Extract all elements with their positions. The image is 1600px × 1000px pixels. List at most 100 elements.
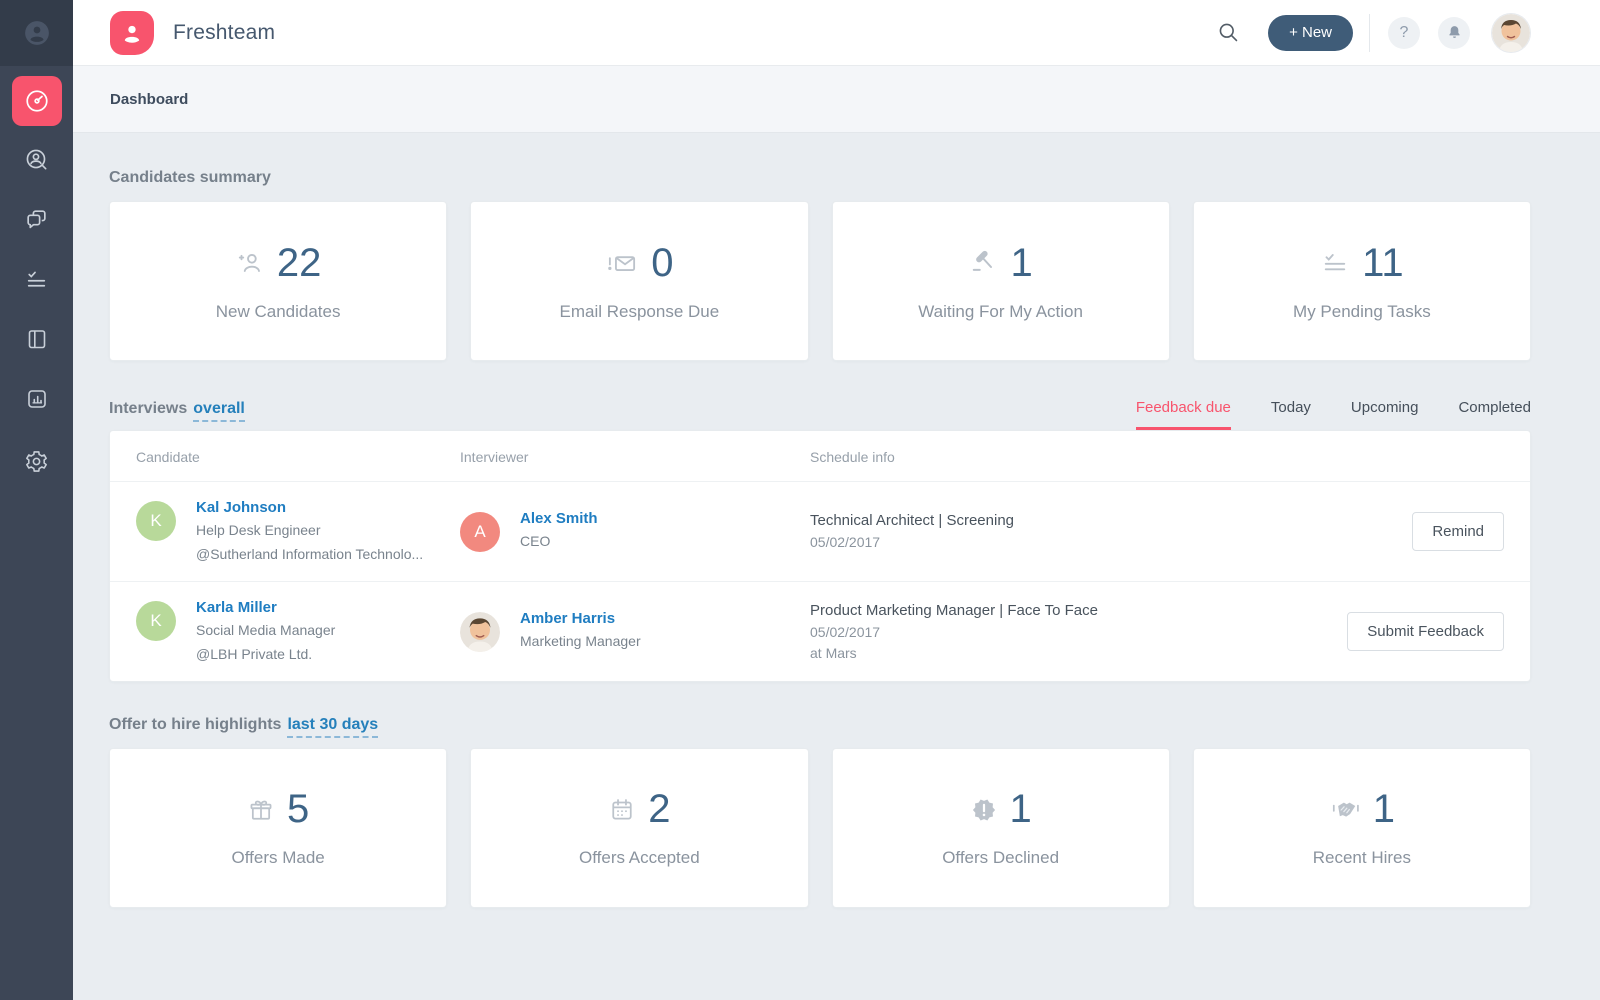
interviewer-name-link[interactable]: Amber Harris	[520, 610, 641, 627]
stat-value: 1	[1010, 240, 1033, 285]
sidebar-profile-placeholder[interactable]	[0, 0, 73, 66]
stat-value: 1	[1009, 787, 1032, 832]
candidate-name-link[interactable]: Kal Johnson	[196, 499, 423, 516]
remind-button[interactable]: Remind	[1412, 511, 1504, 551]
stat-value: 11	[1362, 240, 1404, 285]
schedule-cell: Technical Architect | Screening 05/02/20…	[810, 512, 1330, 550]
interviews-title-text: Interviews	[109, 400, 188, 417]
offers-title: Offer to hire highlights last 30 days	[109, 715, 1531, 738]
stat-value: 1	[1372, 787, 1395, 832]
interviewer-role: Marketing Manager	[520, 633, 641, 650]
bar-chart-icon	[25, 387, 49, 411]
app-title: Freshteam	[173, 20, 276, 44]
stat-card-offers-accepted[interactable]: 2 Offers Accepted	[470, 747, 809, 908]
tab-feedback-due[interactable]: Feedback due	[1136, 399, 1231, 430]
interviews-table: Candidate Interviewer Schedule info K Ka…	[109, 430, 1531, 682]
search-icon	[1217, 21, 1240, 44]
new-button[interactable]: + New	[1268, 14, 1353, 51]
stat-card-recent-hires[interactable]: 1 Recent Hires	[1192, 747, 1531, 908]
board-icon	[25, 327, 49, 351]
schedule-date: 05/02/2017	[810, 623, 881, 640]
column-header-interviewer: Interviewer	[460, 449, 529, 465]
topbar-divider	[1369, 13, 1370, 52]
table-row: K Karla Miller Social Media Manager @LBH…	[110, 580, 1530, 681]
stat-card-waiting-for-my-action[interactable]: 1 Waiting For My Action	[831, 201, 1170, 361]
candidates-summary-cards: 22 New Candidates 0 Email Response Due 1…	[109, 201, 1531, 361]
interviewer-photo-avatar	[460, 612, 500, 653]
stat-card-new-candidates[interactable]: 22 New Candidates	[109, 201, 448, 361]
schedule-position: Technical Architect | Screening	[810, 512, 1015, 530]
interviewer-cell: Amber Harris Marketing Manager	[460, 610, 810, 653]
email-alert-icon	[605, 248, 639, 278]
main-content: Candidates summary 22 New Candidates 0 E…	[73, 133, 1600, 1000]
user-avatar[interactable]	[1492, 13, 1530, 52]
schedule-location: at Mars	[810, 644, 857, 661]
sidebar-item-dashboard[interactable]	[0, 76, 73, 126]
table-header-row: Candidate Interviewer Schedule info	[110, 431, 1530, 482]
handshake-icon	[1329, 796, 1361, 824]
stat-label: New Candidates	[215, 301, 341, 321]
schedule-cell: Product Marketing Manager | Face To Face…	[810, 602, 1330, 661]
table-row: K Kal Johnson Help Desk Engineer @Suther…	[110, 482, 1530, 581]
sidebar-item-candidates[interactable]	[0, 134, 73, 184]
notifications-button[interactable]	[1438, 16, 1470, 49]
candidate-company: @LBH Private Ltd.	[196, 645, 313, 662]
gavel-icon	[969, 248, 999, 278]
candidate-name-link[interactable]: Karla Miller	[196, 599, 335, 616]
submit-feedback-button[interactable]: Submit Feedback	[1347, 611, 1504, 651]
candidate-cell: K Kal Johnson Help Desk Engineer @Suther…	[110, 499, 460, 564]
gift-icon	[247, 796, 275, 824]
stat-value: 5	[287, 787, 310, 832]
freshteam-logo	[110, 10, 154, 55]
search-button[interactable]	[1217, 21, 1240, 44]
sidebar-item-job-boards[interactable]	[0, 314, 73, 364]
sidebar-item-reports[interactable]	[0, 374, 73, 424]
candidates-summary-title: Candidates summary	[109, 169, 271, 186]
stat-value: 0	[651, 240, 674, 285]
stat-card-offers-declined[interactable]: 1 Offers Declined	[831, 747, 1170, 908]
schedule-position: Product Marketing Manager | Face To Face	[810, 601, 1098, 619]
interviews-title: Interviews overall	[109, 400, 245, 430]
offers-filter-dropdown[interactable]: last 30 days	[287, 715, 379, 738]
task-list-icon	[24, 267, 49, 292]
interviews-filter-dropdown[interactable]: overall	[193, 400, 245, 422]
sidebar-item-settings[interactable]	[0, 436, 73, 486]
candidate-role: Help Desk Engineer	[196, 522, 321, 538]
interviewer-avatar: A	[460, 512, 500, 553]
sidebar-item-conversations[interactable]	[0, 194, 73, 244]
candidate-cell: K Karla Miller Social Media Manager @LBH…	[110, 599, 460, 664]
tab-completed[interactable]: Completed	[1458, 399, 1531, 430]
dashboard-gauge-icon	[24, 88, 50, 114]
brand: Freshteam	[110, 10, 276, 55]
stat-label: Email Response Due	[559, 301, 720, 321]
stat-label: Offers Accepted	[579, 848, 700, 868]
stat-label: Offers Made	[231, 848, 325, 868]
topbar: Freshteam + New ?	[73, 0, 1600, 66]
candidate-search-icon	[24, 147, 49, 172]
stat-label: Offers Declined	[942, 848, 1060, 868]
interviewer-name-link[interactable]: Alex Smith	[520, 510, 598, 527]
stat-card-email-response-due[interactable]: 0 Email Response Due	[470, 201, 809, 361]
interviewer-cell: A Alex Smith CEO	[460, 510, 810, 553]
help-button[interactable]: ?	[1388, 16, 1420, 49]
user-silhouette-icon	[22, 18, 52, 48]
sidebar-item-tasks[interactable]	[0, 254, 73, 304]
offers-cards: 5 Offers Made 2 Offers Accepted 1 Offers…	[109, 747, 1531, 908]
sidebar	[0, 0, 73, 1000]
tab-upcoming[interactable]: Upcoming	[1351, 399, 1419, 430]
column-header-schedule-info: Schedule info	[810, 449, 895, 465]
stat-card-my-pending-tasks[interactable]: 11 My Pending Tasks	[1192, 201, 1531, 361]
column-header-candidate: Candidate	[136, 449, 200, 465]
bell-icon	[1446, 24, 1463, 41]
chat-bubbles-icon	[24, 207, 49, 232]
stat-value: 22	[276, 240, 322, 285]
stat-card-offers-made[interactable]: 5 Offers Made	[109, 747, 448, 908]
add-user-icon	[235, 248, 265, 278]
stat-label: Recent Hires	[1312, 848, 1411, 868]
stat-label: Waiting For My Action	[918, 301, 1083, 321]
stat-label: My Pending Tasks	[1293, 301, 1431, 321]
badge-alert-icon	[970, 796, 998, 824]
candidate-role: Social Media Manager	[196, 621, 336, 638]
schedule-date: 05/02/2017	[810, 534, 881, 551]
tab-today[interactable]: Today	[1271, 399, 1311, 430]
